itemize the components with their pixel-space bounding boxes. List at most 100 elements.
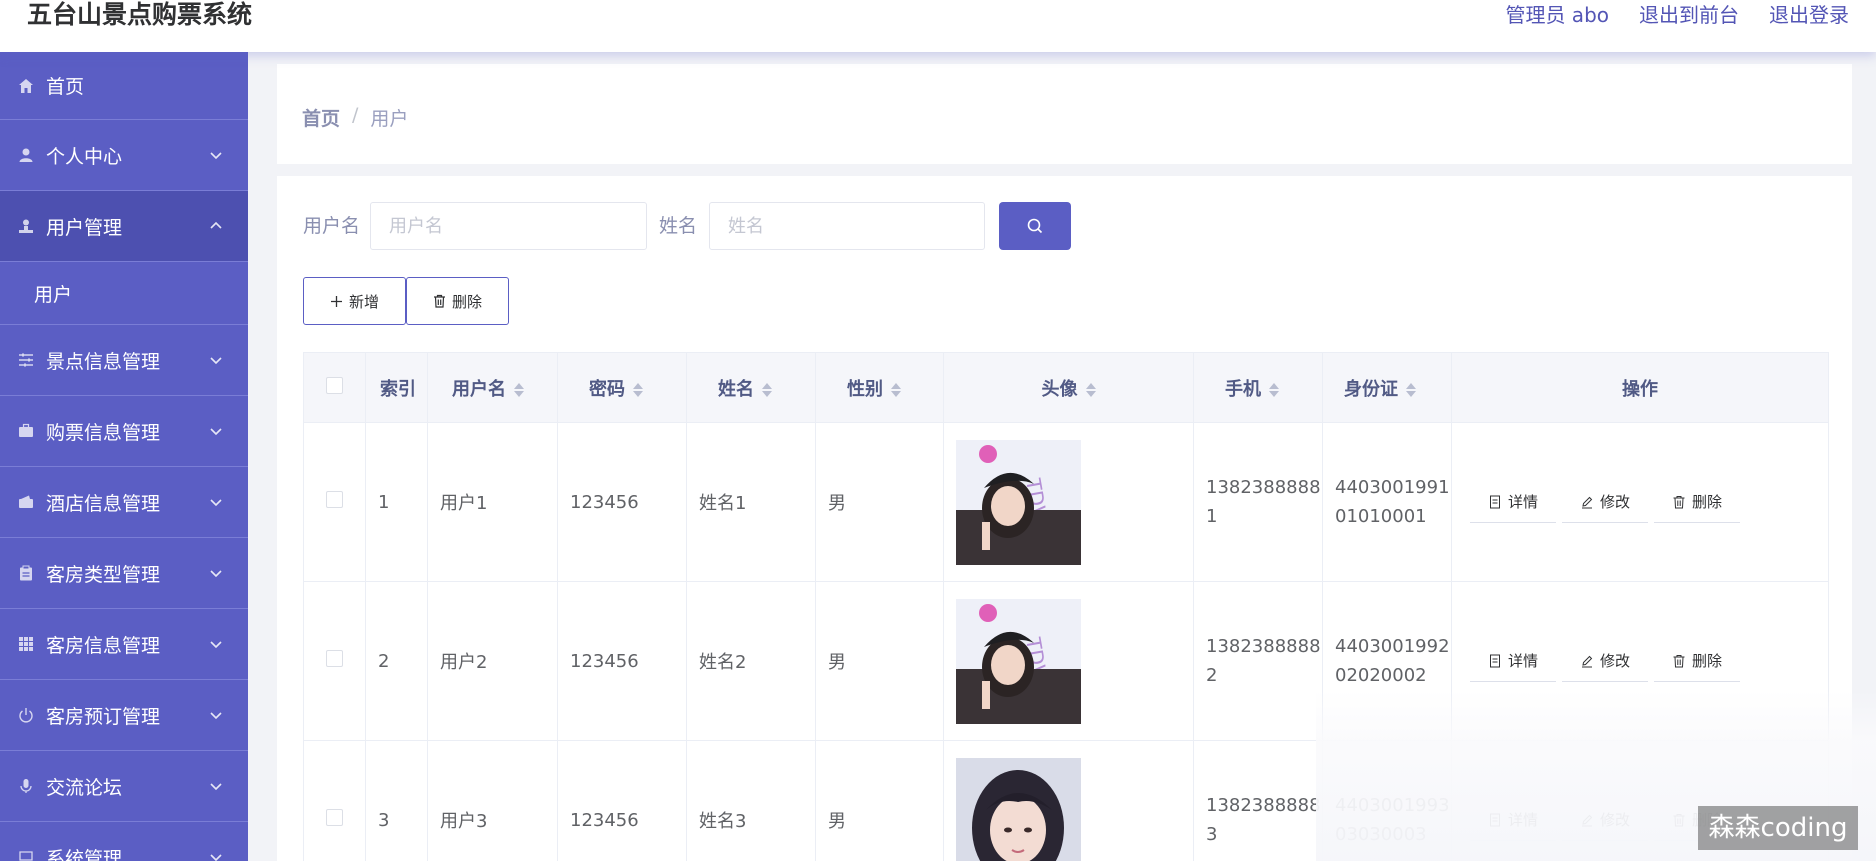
- cell-gender: 男: [815, 422, 944, 582]
- detail-button[interactable]: 详情: [1470, 640, 1557, 682]
- sidebar-subitem-users[interactable]: 用户: [0, 262, 248, 325]
- select-all-cell: [303, 352, 366, 423]
- username-search-input[interactable]: [370, 202, 647, 250]
- delete-button[interactable]: 删除: [1654, 640, 1741, 682]
- column-header-idcard[interactable]: 身份证: [1322, 352, 1452, 423]
- grid-icon: [17, 635, 35, 653]
- admin-label[interactable]: 管理员 abo: [1505, 0, 1609, 30]
- home-icon: [17, 77, 35, 95]
- avatar[interactable]: [956, 757, 1081, 861]
- row-checkbox[interactable]: [326, 491, 343, 508]
- sidebar-item-label: 首页: [46, 76, 85, 98]
- document-icon: [1490, 495, 1500, 508]
- cell-avatar: TDW91: [943, 581, 1194, 741]
- row-checkbox[interactable]: [326, 650, 343, 667]
- row-checkbox[interactable]: [326, 809, 343, 826]
- sidebar-item-user-management[interactable]: 用户管理: [0, 191, 248, 262]
- column-header-phone[interactable]: 手机: [1193, 352, 1323, 423]
- batch-delete-button[interactable]: 删除: [406, 277, 509, 325]
- cell-index: 3: [365, 740, 428, 861]
- sort-icon[interactable]: [514, 382, 524, 398]
- sort-icon[interactable]: [1085, 382, 1096, 398]
- add-button[interactable]: 新增: [303, 277, 406, 325]
- cell-phone: 13823888881: [1193, 422, 1323, 582]
- breadcrumb: 首页 / 用户: [302, 104, 408, 131]
- exit-to-front-link[interactable]: 退出到前台: [1639, 0, 1739, 30]
- chevron-down-icon: [210, 152, 222, 160]
- cell-name: 姓名3: [686, 740, 816, 861]
- top-bar: 五台山景点购票系统 管理员 abo 退出到前台 退出登录: [0, 0, 1876, 52]
- sidebar-item-label: 客房类型管理: [46, 563, 161, 586]
- avatar[interactable]: TDW91: [956, 598, 1081, 724]
- sidebar-item-label: 系统管理: [46, 847, 123, 861]
- sidebar-item-home[interactable]: 首页: [0, 52, 248, 120]
- sort-icon[interactable]: [891, 382, 901, 398]
- name-search-input[interactable]: [709, 202, 985, 250]
- select-all-checkbox[interactable]: [326, 376, 343, 394]
- column-header-username[interactable]: 用户名: [427, 352, 558, 423]
- sidebar-item-forum[interactable]: 交流论坛: [0, 751, 248, 822]
- detail-button[interactable]: 详情: [1470, 481, 1557, 523]
- avatar[interactable]: TDW91: [956, 439, 1081, 565]
- table-header-row: 索引 用户名 密码 姓名 性别 头像 手机 身份证 操作: [303, 352, 1829, 423]
- sidebar-item-bookings[interactable]: 客房预订管理: [0, 680, 248, 751]
- edit-button[interactable]: 修改: [1562, 481, 1649, 523]
- cell-ops: 详情 修改 删除: [1451, 422, 1829, 582]
- sidebar-item-profile[interactable]: 个人中心: [0, 120, 248, 191]
- mic-icon: [17, 777, 35, 795]
- column-header-password[interactable]: 密码: [557, 352, 687, 423]
- chevron-down-icon: [210, 428, 222, 436]
- name-search-label: 姓名: [659, 215, 698, 237]
- cell-password: 123456: [557, 422, 687, 582]
- document-icon: [1490, 654, 1500, 667]
- sort-icon[interactable]: [633, 382, 643, 398]
- sidebar-item-rooms[interactable]: 客房信息管理: [0, 609, 248, 680]
- logout-link[interactable]: 退出登录: [1769, 0, 1849, 30]
- sidebar-item-label: 用户管理: [46, 216, 123, 239]
- cell-password: 123456: [557, 581, 687, 741]
- search-icon: [1027, 218, 1043, 234]
- cell-password: 123456: [557, 740, 687, 861]
- sidebar-item-room-types[interactable]: 客房类型管理: [0, 538, 248, 609]
- cell-avatar: TDW91: [943, 422, 1194, 582]
- cell-gender: 男: [815, 740, 944, 861]
- breadcrumb-home[interactable]: 首页: [302, 104, 340, 131]
- edit-button[interactable]: 修改: [1562, 640, 1649, 682]
- delete-button[interactable]: 删除: [1654, 481, 1741, 523]
- app-title: 五台山景点购票系统: [27, 0, 253, 29]
- plus-icon: [330, 295, 342, 307]
- breadcrumb-separator: /: [352, 104, 359, 126]
- cell-phone: 13823888883: [1193, 740, 1323, 861]
- cell-idcard: 440300199101010001: [1322, 422, 1452, 582]
- sidebar-item-label: 景点信息管理: [46, 350, 161, 373]
- sidebar-item-scenic[interactable]: 景点信息管理: [0, 325, 248, 396]
- sort-icon[interactable]: [762, 382, 772, 398]
- search-button[interactable]: [999, 202, 1071, 250]
- wallet-icon: [17, 493, 35, 511]
- chevron-down-icon: [210, 854, 222, 861]
- sidebar-item-hotels[interactable]: 酒店信息管理: [0, 467, 248, 538]
- chevron-down-icon: [210, 499, 222, 507]
- cell-index: 2: [365, 581, 428, 741]
- cell-username: 用户1: [427, 422, 558, 582]
- chevron-up-icon: [210, 221, 222, 229]
- column-header-avatar[interactable]: 头像: [943, 352, 1194, 423]
- sidebar-item-system[interactable]: 系统管理: [0, 822, 248, 861]
- column-header-gender[interactable]: 性别: [815, 352, 944, 423]
- table-row: 1 用户1 123456 姓名1 男 TDW91: [303, 422, 1829, 582]
- cell-name: 姓名2: [686, 581, 816, 741]
- chevron-down-icon: [210, 357, 222, 365]
- user-manage-icon: [17, 217, 35, 235]
- sort-icon[interactable]: [1269, 382, 1279, 398]
- sliders-icon: [17, 351, 35, 369]
- chevron-down-icon: [210, 712, 222, 720]
- sidebar-item-tickets[interactable]: 购票信息管理: [0, 396, 248, 467]
- sidebar-item-label: 个人中心: [46, 145, 123, 168]
- sort-icon[interactable]: [1406, 382, 1416, 398]
- cell-index: 1: [365, 422, 428, 582]
- trash-icon: [1673, 495, 1685, 508]
- breadcrumb-current: 用户: [370, 108, 409, 130]
- column-header-name[interactable]: 姓名: [686, 352, 816, 423]
- add-button-label: 新增: [348, 292, 379, 311]
- sidebar-item-label: 客房信息管理: [46, 634, 161, 657]
